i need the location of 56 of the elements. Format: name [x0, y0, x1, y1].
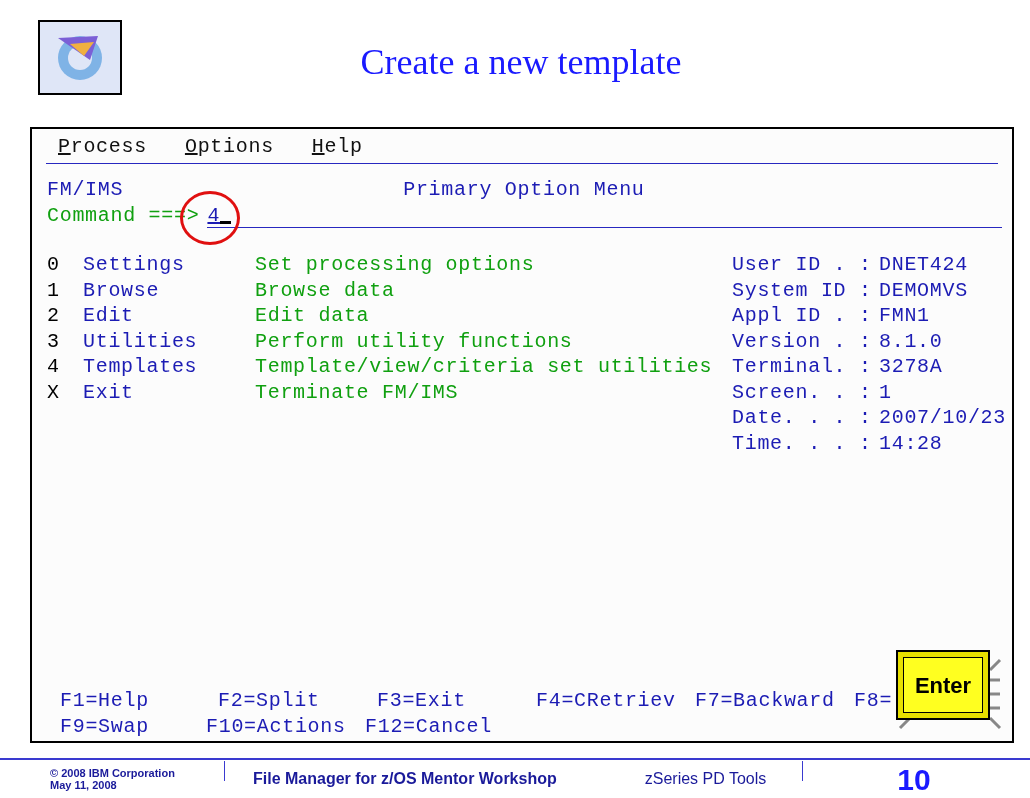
option-description: Template/view/criteria set utilities [255, 354, 713, 380]
info-value: 8.1.0 [879, 328, 943, 354]
function-key[interactable]: F9=Swap [60, 713, 206, 739]
function-key[interactable]: F1=Help [60, 688, 218, 714]
info-label: Date. . . : [732, 405, 873, 431]
option-description: Browse data [255, 277, 395, 303]
function-key[interactable]: F7=Backward [695, 688, 854, 714]
copyright-text: © 2008 IBM Corporation [50, 767, 176, 779]
info-label: Terminal. : [732, 354, 873, 380]
option-name[interactable]: Utilities [83, 328, 255, 354]
info-value: DNET424 [879, 252, 968, 278]
command-field[interactable]: 4 [207, 202, 1003, 228]
option-name[interactable]: Browse [83, 277, 255, 303]
info-value: 14:28 [879, 430, 943, 456]
info-label: User ID . : [732, 252, 873, 278]
info-value: 2007/10/23 [879, 405, 1007, 431]
menu-item[interactable]: Help [311, 133, 363, 160]
option-key: X [47, 379, 83, 405]
function-key[interactable]: F4=CRetriev [536, 688, 695, 714]
enter-key[interactable]: Enter [896, 650, 990, 720]
option-key: 4 [47, 354, 83, 380]
footer-title: File Manager for z/OS Mentor Workshop [253, 769, 557, 789]
info-value: 1 [879, 379, 892, 405]
info-value: FMN1 [879, 303, 930, 329]
option-key: 1 [47, 277, 83, 303]
function-key[interactable]: F3=Exit [377, 688, 536, 714]
page-number: 10 [897, 761, 931, 798]
info-value: DEMOMVS [879, 277, 968, 303]
option-description: Edit data [255, 303, 370, 329]
option-key: 0 [47, 252, 83, 278]
option-description: Set processing options [255, 252, 535, 278]
function-key[interactable]: F2=Split [218, 688, 377, 714]
info-label: Version . : [732, 328, 873, 354]
option-name[interactable]: Edit [83, 303, 255, 329]
option-name[interactable]: Exit [83, 379, 255, 405]
function-key[interactable]: F8= [854, 688, 893, 714]
function-key[interactable]: F12=Cancel [365, 713, 525, 739]
option-description: Terminate FM/IMS [255, 379, 459, 405]
footer-subtitle: zSeries PD Tools [644, 769, 767, 789]
option-name[interactable]: Templates [83, 354, 255, 380]
function-key[interactable]: F10=Actions [206, 713, 365, 739]
slide-title: Create a new template [359, 41, 683, 84]
option-description: Perform utility functions [255, 328, 573, 354]
info-label: System ID : [732, 277, 873, 303]
date-text: May 11, 2008 [50, 779, 118, 791]
info-label: Screen. . : [732, 379, 873, 405]
menu-item[interactable]: Process [58, 133, 147, 160]
panel-id: FM/IMS [47, 177, 124, 203]
info-label: Time. . . : [732, 430, 873, 456]
option-key: 3 [47, 328, 83, 354]
info-label: Appl ID . : [732, 303, 873, 329]
info-value: 3278A [879, 354, 943, 380]
panel-title: Primary Option Menu [403, 177, 645, 203]
option-key: 2 [47, 303, 83, 329]
menu-item[interactable]: Options [184, 133, 274, 160]
option-name[interactable]: Settings [83, 252, 255, 278]
